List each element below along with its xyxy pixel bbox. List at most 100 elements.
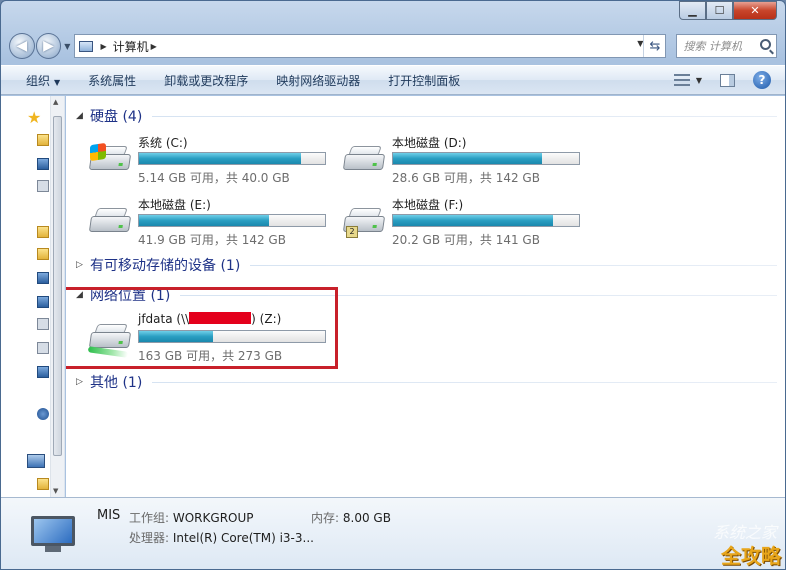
drive-name: 本地磁盘 (F:) — [392, 198, 464, 212]
open-control-panel-button[interactable]: 打开控制面板 — [388, 72, 460, 89]
window-controls: ▁ ☐ ✕ — [679, 1, 777, 20]
desktop-icon[interactable] — [37, 158, 49, 170]
hard-drive-icon: 2 — [340, 206, 388, 240]
drive-name: 系统 (C:) — [138, 136, 188, 150]
navigation-bar: ◀ ▶ ▼ ▶ 计算机 ▶ ▼ ⇆ 搜索 计算机 — [9, 31, 778, 61]
group-title: 有可移动存储的设备 (1) — [90, 258, 241, 274]
memory-value: 8.00 GB — [342, 511, 391, 525]
minimize-button[interactable]: ▁ — [679, 1, 706, 20]
drive-c[interactable]: 系统 (C:) 5.14 GB 可用，共 40.0 GB — [86, 134, 336, 190]
group-divider — [250, 264, 777, 266]
maximize-button[interactable]: ☐ — [706, 1, 733, 20]
drive-space-info: 28.6 GB 可用，共 142 GB — [392, 171, 540, 185]
folder-icon[interactable] — [37, 478, 49, 490]
drive-name: 本地磁盘 (E:) — [138, 198, 211, 212]
scrollbar-thumb[interactable] — [53, 116, 62, 456]
collapse-triangle-icon[interactable]: ◢ — [76, 111, 84, 121]
watermark-logo: 全攻略 — [721, 544, 781, 568]
group-divider — [152, 381, 777, 383]
uninstall-program-button[interactable]: 卸载或更改程序 — [164, 72, 248, 89]
command-bar: 组织 ▼ 系统属性 卸载或更改程序 映射网络驱动器 打开控制面板 ▼ ? — [1, 65, 785, 95]
group-divider — [152, 115, 777, 117]
back-button[interactable]: ◀ — [9, 33, 35, 59]
computer-icon[interactable] — [27, 454, 45, 468]
drive-space-info: 20.2 GB 可用，共 141 GB — [392, 233, 540, 247]
scroll-down-icon[interactable]: ▼ — [53, 487, 58, 495]
organize-menu[interactable]: 组织 ▼ — [26, 72, 60, 89]
organize-label: 组织 — [26, 73, 51, 88]
drive-space-info: 5.14 GB 可用，共 40.0 GB — [138, 171, 290, 185]
videos-icon[interactable] — [37, 342, 49, 354]
drive-d[interactable]: 本地磁盘 (D:) 28.6 GB 可用，共 142 GB — [340, 134, 590, 190]
change-view-icon[interactable] — [673, 74, 690, 86]
breadcrumb-computer[interactable]: 计算机 — [113, 38, 149, 55]
pictures-icon[interactable] — [37, 296, 49, 308]
search-icon[interactable] — [760, 39, 772, 50]
search-placeholder: 搜索 计算机 — [683, 40, 742, 53]
drive-e[interactable]: 本地磁盘 (E:) 41.9 GB 可用，共 142 GB — [86, 196, 336, 252]
drive-usage-bar — [138, 214, 326, 227]
processor-value: Intel(R) Core(TM) i3-3... — [172, 531, 314, 545]
drive-usage-fill — [393, 153, 542, 164]
preview-pane-icon[interactable] — [720, 73, 735, 87]
group-title: 硬盘 (4) — [90, 109, 143, 125]
drive-name: 本地磁盘 (D:) — [392, 136, 467, 150]
hard-drive-icon — [86, 206, 134, 240]
toolbar-right-controls: ▼ ? — [673, 71, 771, 89]
hard-drive-icon — [340, 144, 388, 178]
libraries-icon[interactable] — [37, 226, 49, 238]
computer-icon — [79, 40, 94, 52]
music-icon[interactable] — [37, 318, 49, 330]
group-removable-storage[interactable]: ▷ 有可移动存储的设备 (1) — [76, 255, 777, 275]
folder-icon[interactable] — [37, 134, 49, 146]
recent-places-icon[interactable] — [37, 180, 49, 192]
close-button[interactable]: ✕ — [733, 1, 777, 20]
group-title: 其他 (1) — [90, 375, 143, 391]
expand-triangle-icon[interactable]: ▷ — [76, 260, 84, 270]
drive-usage-bar — [392, 152, 580, 165]
documents-icon[interactable] — [37, 272, 49, 284]
drive-f[interactable]: 2 本地磁盘 (F:) 20.2 GB 可用，共 141 GB — [340, 196, 590, 252]
favorites-star-icon[interactable]: ★ — [27, 108, 41, 127]
scroll-up-icon[interactable]: ▲ — [53, 98, 58, 106]
processor-row: 处理器: Intel(R) Core(TM) i3-3... — [129, 529, 314, 546]
forward-button[interactable]: ▶ — [35, 33, 62, 59]
search-input[interactable]: 搜索 计算机 — [676, 34, 778, 58]
details-pane: MIS 工作组: WORKGROUP 内存: 8.00 GB 处理器: Inte… — [1, 497, 785, 569]
processor-label: 处理器: — [129, 531, 170, 545]
drive-usage-fill — [139, 153, 301, 164]
windows-drive-icon — [86, 142, 134, 178]
address-bar[interactable]: ▶ 计算机 ▶ ▼ ⇆ — [74, 34, 667, 58]
group-hard-disks[interactable]: ◢ 硬盘 (4) — [76, 106, 777, 126]
explorer-window: ▁ ☐ ✕ ◀ ▶ ▼ ▶ 计算机 ▶ ▼ ⇆ 搜索 计算机 组织 ▼ 系统属性 … — [0, 0, 786, 570]
annotation-highlight-box — [66, 287, 338, 369]
folder-icon[interactable] — [37, 248, 49, 260]
breadcrumb-chevron-icon[interactable]: ▶ — [151, 42, 157, 51]
system-properties-button[interactable]: 系统属性 — [88, 72, 136, 89]
drive-usage-bar — [392, 214, 580, 227]
view-options-dropdown-icon[interactable]: ▼ — [696, 76, 702, 85]
computer-name: MIS — [97, 508, 121, 523]
drive-usage-fill — [139, 215, 270, 226]
drive-space-info: 41.9 GB 可用，共 142 GB — [138, 233, 286, 247]
computer-icon — [27, 514, 79, 554]
help-icon[interactable]: ? — [753, 71, 771, 89]
navigation-scrollbar[interactable]: ▲ ▼ — [50, 96, 64, 497]
map-network-drive-button[interactable]: 映射网络驱动器 — [276, 72, 360, 89]
memory-label: 内存: — [311, 511, 340, 525]
chevron-down-icon: ▼ — [54, 77, 61, 87]
breadcrumb-chevron-icon[interactable]: ▶ — [100, 42, 106, 51]
workgroup-value: WORKGROUP — [172, 511, 254, 525]
workgroup-row: 工作组: WORKGROUP — [129, 509, 254, 526]
navigation-pane: ★ ▲ ▼ — [1, 96, 65, 497]
network-icon[interactable] — [37, 408, 49, 420]
recent-pages-dropdown-icon[interactable]: ▼ — [64, 42, 70, 51]
refresh-icon[interactable]: ⇆ — [643, 35, 665, 57]
expand-triangle-icon[interactable]: ▷ — [76, 377, 84, 387]
homegroup-icon[interactable] — [37, 366, 49, 378]
drive-usage-fill — [393, 215, 553, 226]
drives-view: ◢ 硬盘 (4) 系统 (C:) 5.14 GB 可用，共 40.0 GB 本地… — [66, 96, 785, 497]
group-other[interactable]: ▷ 其他 (1) — [76, 372, 777, 392]
drive-usage-bar — [138, 152, 326, 165]
memory-row: 内存: 8.00 GB — [311, 509, 391, 526]
